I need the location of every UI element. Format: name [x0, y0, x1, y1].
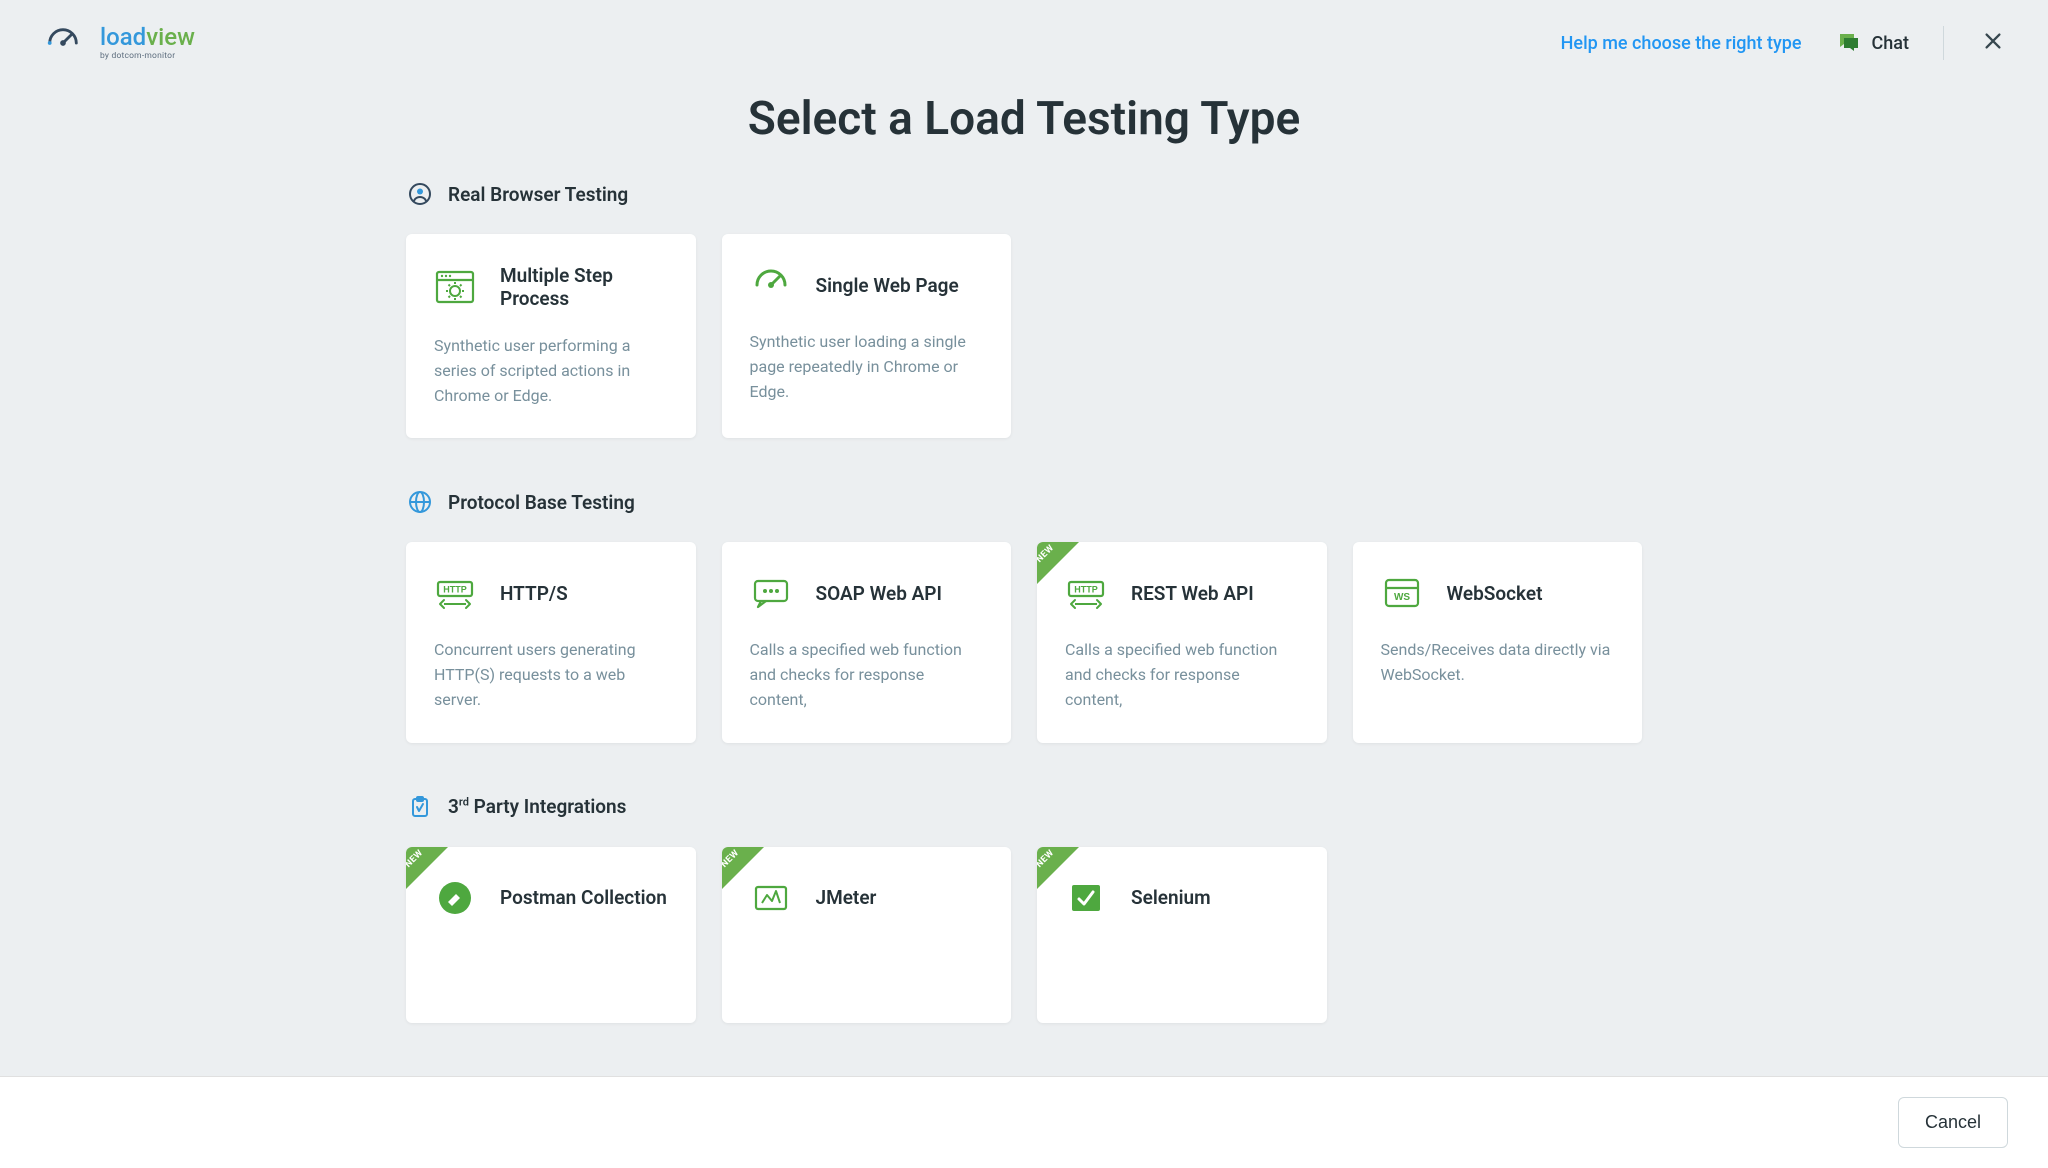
card-https[interactable]: HTTP HTTP/S Concurrent users generating … [406, 542, 696, 742]
card-desc: Calls a specified web function and check… [750, 638, 984, 712]
svg-text:HTTP: HTTP [443, 585, 467, 595]
browser-gear-icon [434, 266, 476, 308]
card-title: Postman Collection [500, 886, 667, 909]
section-real-browser: Real Browser Testing Multiple [406, 182, 1642, 438]
card-selenium[interactable]: NEW Selenium [1037, 847, 1327, 1023]
soap-icon [750, 572, 792, 614]
cancel-button[interactable]: Cancel [1898, 1097, 2008, 1148]
help-choose-link[interactable]: Help me choose the right type [1561, 33, 1802, 54]
svg-text:HTTP: HTTP [1074, 585, 1098, 595]
header-divider [1943, 26, 1944, 60]
gauge-icon [750, 264, 792, 306]
card-rest[interactable]: NEW HTTP REST Web API Calls a specified … [1037, 542, 1327, 742]
card-multiple-step[interactable]: Multiple Step Process Synthetic user per… [406, 234, 696, 438]
logo-group: loadview by dotcom-monitor [44, 24, 195, 62]
card-desc: Synthetic user loading a single page rep… [750, 330, 984, 404]
user-circle-icon [408, 182, 432, 206]
gauge-logo-icon [44, 24, 82, 62]
card-title: Multiple Step Process [500, 264, 668, 310]
logo-word-load: load [100, 23, 146, 51]
card-desc: Sends/Receives data directly via WebSock… [1381, 638, 1615, 688]
page-title: Select a Load Testing Type [0, 92, 2048, 146]
svg-text:WS: WS [1393, 592, 1409, 603]
section-title: Real Browser Testing [448, 183, 628, 206]
chat-label: Chat [1872, 33, 1909, 54]
chat-icon [1836, 31, 1860, 55]
card-title: REST Web API [1131, 582, 1254, 605]
card-desc: Calls a specified web function and check… [1065, 638, 1299, 712]
header: loadview by dotcom-monitor Help me choos… [0, 0, 2048, 74]
close-icon [1982, 30, 2004, 52]
card-postman[interactable]: NEW Postman Collection [406, 847, 696, 1023]
scroll-area[interactable]: Select a Load Testing Type Real Browser … [0, 74, 2048, 1076]
card-title: SOAP Web API [816, 582, 942, 605]
logo-subtitle: by dotcom-monitor [100, 51, 195, 61]
close-button[interactable] [1978, 26, 2008, 60]
section-title: 3rd Party Integrations [448, 795, 626, 818]
card-single-page[interactable]: Single Web Page Synthetic user loading a… [722, 234, 1012, 438]
card-title: HTTP/S [500, 582, 568, 605]
card-title: JMeter [816, 886, 877, 909]
section-third-party: 3rd Party Integrations NEW Postman Colle… [406, 795, 1642, 1023]
http-icon: HTTP [434, 572, 476, 614]
globe-icon [408, 490, 432, 514]
card-desc: Concurrent users generating HTTP(S) requ… [434, 638, 668, 712]
card-title: Single Web Page [816, 274, 959, 297]
clipboard-icon [408, 795, 432, 819]
ws-icon: WS [1381, 572, 1423, 614]
card-title: WebSocket [1447, 582, 1543, 605]
card-desc: Synthetic user performing a series of sc… [434, 334, 668, 408]
logo-text: loadview by dotcom-monitor [100, 25, 195, 61]
card-soap[interactable]: SOAP Web API Calls a specified web funct… [722, 542, 1012, 742]
card-jmeter[interactable]: NEW JMeter [722, 847, 1012, 1023]
logo-word-view: view [146, 23, 195, 51]
chat-button[interactable]: Chat [1836, 31, 1909, 55]
section-title: Protocol Base Testing [448, 491, 635, 514]
footer: Cancel [0, 1076, 2048, 1168]
section-protocol-base: Protocol Base Testing HTTP HTTP/S [406, 490, 1642, 742]
card-title: Selenium [1131, 886, 1211, 909]
card-websocket[interactable]: WS WebSocket Sends/Receives data directl… [1353, 542, 1643, 742]
